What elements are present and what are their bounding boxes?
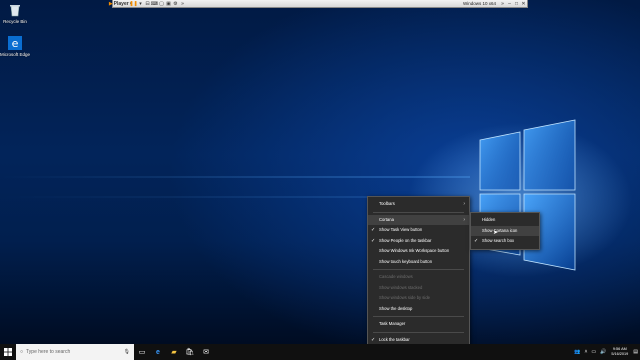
menu-item-toolbars[interactable]: Toolbars › [368,199,469,210]
maximize-button[interactable]: □ [513,0,520,7]
checkmark-icon: ✓ [371,237,376,244]
menu-item-show-touch-keyboard[interactable]: Show touch keyboard button [368,257,469,268]
settings-icon[interactable]: ⚙ [172,0,179,7]
menu-item-task-manager[interactable]: Task Manager [368,319,469,330]
menu-item-show-people[interactable]: ✓ Show People on the taskbar [368,236,469,247]
player-menu-button[interactable]: ▶ Player ▾ [109,0,132,7]
menu-item-label: Toolbars [379,201,395,206]
network-icon[interactable]: ▭ [591,349,596,355]
chevron-right-icon: › [463,201,465,207]
volume-icon[interactable]: 🔊 [600,349,606,355]
notifications-icon[interactable]: ▤ [633,349,638,355]
windows-start-icon [4,348,12,356]
desktop[interactable]: Recycle Bin e Microsoft Edge [0,0,640,344]
menu-item-side-by-side: Show windows side by side [368,293,469,304]
menu-item-label: Show Windows Ink Workspace button [379,248,450,253]
menu-item-label: Show People on the taskbar [379,237,432,243]
desktop-icon-edge[interactable]: e Microsoft Edge [0,36,30,57]
microphone-icon[interactable]: 🎙 [124,349,130,355]
cortana-submenu: Hidden Show Cortana icon ➤ ✓ Show search b… [470,212,540,250]
menu-item-show-desktop[interactable]: Show the desktop [368,304,469,315]
checkmark-icon: ✓ [474,238,479,244]
people-icon[interactable]: 👥 [574,349,580,355]
more-icon[interactable]: » [179,0,186,7]
task-view-icon[interactable]: ▭ [134,344,150,360]
clock[interactable]: 9:56 AM 5/16/2019 [611,347,628,357]
menu-item-label: Show the desktop [379,305,413,311]
submenu-item-show-search-box[interactable]: ✓ Show search box [471,236,539,247]
svg-text:e: e [12,37,19,50]
chevron-up-icon[interactable]: ˄ [584,349,587,355]
start-button[interactable] [0,344,16,360]
menu-item-label: Hidden [482,217,496,222]
menu-item-label: Show windows side by side [379,295,430,300]
menu-separator [373,331,464,333]
submenu-item-hidden[interactable]: Hidden [471,215,539,226]
menu-item-label: Show Task View button [379,227,423,232]
checkmark-icon: ✓ [371,227,376,233]
windows-logo-wallpaper [479,119,576,271]
system-tray: 👥 ˄ ▭ 🔊 9:56 AM 5/16/2019 ▤ [572,344,640,360]
menu-item-show-task-view-button[interactable]: ✓ Show Task View button [368,225,469,236]
desktop-icon-label: Recycle Bin [3,19,27,24]
send-ctrl-alt-del-icon[interactable]: ⌨ [151,0,158,7]
clock-date: 5/16/2019 [611,352,629,356]
desktop-icon-recycle-bin[interactable]: Recycle Bin [0,3,30,24]
menu-separator [373,211,464,213]
menu-item-label: Show search box [482,238,515,243]
player-label: Player [113,0,129,7]
menu-item-label: Show Cortana icon [482,227,518,233]
fullscreen-icon[interactable]: ▢ [158,0,165,7]
chevron-down-icon[interactable]: ▾ [137,0,144,7]
menu-item-show-ink-workspace[interactable]: Show Windows Ink Workspace button [368,246,469,257]
search-icon: ○ [20,349,24,355]
pause-button[interactable]: ❚❚ [129,0,137,7]
chevron-right-icon[interactable]: » [499,0,506,7]
file-explorer-icon[interactable]: ▰ [166,344,182,360]
recycle-bin-icon [8,3,22,17]
menu-item-label: Show touch keyboard button [379,258,433,264]
close-button[interactable]: ✕ [520,0,527,7]
vm-title: Windows 10 x64 [462,1,496,6]
edge-icon: e [8,36,22,50]
minimize-button[interactable]: – [506,0,513,7]
menu-item-label: Task Manager [379,321,406,326]
menu-item-cortana[interactable]: Cortana › [368,214,469,225]
menu-item-label: Cortana [379,216,394,222]
menu-item-label: Cascade windows [379,274,413,279]
menu-separator [373,316,464,317]
player-icon: ▶ [108,0,113,7]
submenu-item-show-cortana-icon[interactable]: Show Cortana icon ➤ [471,225,539,236]
unity-icon[interactable]: ▣ [165,0,172,7]
taskbar-context-menu: Toolbars › Cortana › ✓ Show Task View butto… [367,196,470,359]
store-icon[interactable]: 🛍 [182,344,198,360]
edge-icon[interactable]: e [150,344,166,360]
desktop-icon-label: Microsoft Edge [0,52,31,57]
menu-item-label: Show windows stacked [379,284,423,290]
light-beam [0,176,470,178]
menu-separator [373,269,464,270]
menu-item-stacked: Show windows stacked [368,283,469,294]
search-box[interactable]: ○ Type here to search 🎙 [16,344,134,360]
menu-item-label: Lock the taskbar [379,336,410,342]
chevron-right-icon: › [463,216,465,223]
menu-item-cascade-windows: Cascade windows [368,272,469,283]
mail-icon[interactable]: ✉ [198,344,214,360]
taskbar[interactable]: ○ Type here to search 🎙 ▭ e ▰ 🛍 ✉ 👥 ˄ ▭ … [0,344,640,360]
search-placeholder: Type here to search [26,349,71,355]
vmware-player-toolbar: ▶ Player ▾ ❚❚ ▾ ⊟ ⌨ ▢ ▣ ⚙ » Windows 10 x… [109,0,528,8]
